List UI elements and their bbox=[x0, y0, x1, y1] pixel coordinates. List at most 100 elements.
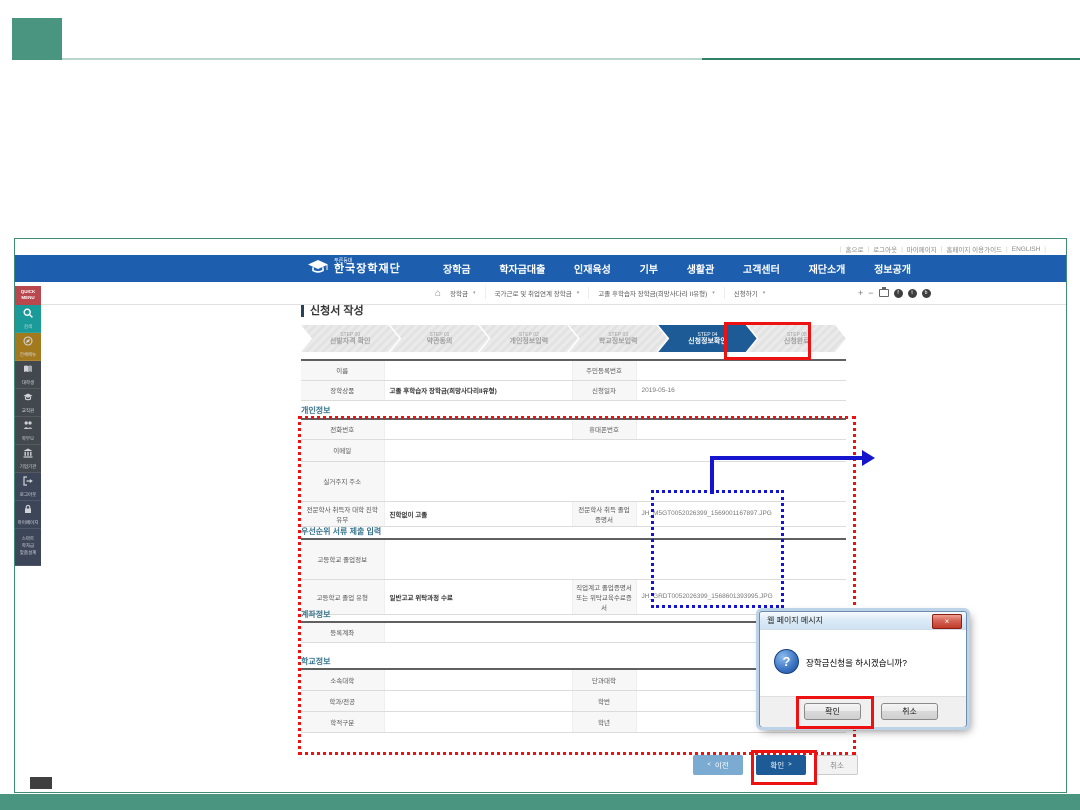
quickmenu-item-label: 대학생 bbox=[22, 380, 34, 387]
summary-row: 이름주민등록번호 bbox=[301, 360, 846, 380]
field-value bbox=[384, 461, 846, 501]
quick-menu: QUICK MENU 검색전체메뉴대학생교직원학부모기업기관로그아웃마이페이지스… bbox=[15, 286, 41, 566]
slide: |홈으로|로그아웃|마이페이지|홈페이지 이용가이드|ENGLISH| 푸른등대… bbox=[0, 0, 1080, 810]
quickmenu-item-7[interactable]: 마이페이지 bbox=[15, 501, 41, 529]
utility-link-4[interactable]: ENGLISH bbox=[1012, 246, 1041, 253]
quickmenu-item-label: 검색 bbox=[24, 324, 32, 331]
breadcrumb-label: 신청하기 bbox=[734, 288, 758, 298]
prev-button[interactable]: < 이전 bbox=[693, 755, 743, 775]
nav-item-0[interactable]: 장학금 bbox=[443, 261, 471, 276]
dialog-footer: 확인 취소 bbox=[760, 696, 966, 727]
zoom-in-icon[interactable]: + bbox=[858, 289, 863, 298]
utility-link-0[interactable]: 홈으로 bbox=[846, 244, 864, 254]
nav-item-7[interactable]: 정보공개 bbox=[874, 261, 911, 276]
quick-menu-title: QUICK MENU bbox=[15, 286, 41, 305]
quickmenu-item-0[interactable]: 검색 bbox=[15, 305, 41, 333]
nav-item-5[interactable]: 고객센터 bbox=[743, 261, 780, 276]
twitter-icon[interactable]: t bbox=[908, 289, 917, 298]
cancel-button[interactable]: 취소 bbox=[816, 755, 858, 775]
blog-icon[interactable]: b bbox=[922, 289, 931, 298]
priority-row: 고등학교 졸업정보 bbox=[301, 539, 846, 579]
quickmenu-item-6[interactable]: 로그아웃 bbox=[15, 473, 41, 501]
field-label: 학년 bbox=[572, 711, 636, 732]
separator: | bbox=[867, 246, 869, 253]
annotation-arrow-vertical bbox=[710, 456, 714, 494]
facebook-icon[interactable]: f bbox=[894, 289, 903, 298]
dialog-ok-button[interactable]: 확인 bbox=[804, 703, 861, 720]
nav-item-4[interactable]: 생활관 bbox=[687, 261, 715, 276]
field-label: 전문학사 취득 졸업증명서 bbox=[572, 501, 636, 526]
step-5[interactable]: STEP 05신청완료 bbox=[748, 325, 846, 352]
quickmenu-item-label: 마이페이지 bbox=[18, 520, 39, 527]
field-label: 실거주지 주소 bbox=[301, 461, 384, 501]
slide-bottom-bar bbox=[0, 794, 1080, 810]
field-label: 직업계고 졸업증명서 또는 위탁교육수료증서 bbox=[572, 579, 636, 614]
nav-item-2[interactable]: 인재육성 bbox=[574, 261, 611, 276]
lock-icon bbox=[23, 501, 33, 519]
bank-icon bbox=[23, 445, 33, 463]
slide-divider-dark bbox=[702, 58, 1080, 60]
step-3[interactable]: STEP 03학교정보입력 bbox=[569, 325, 667, 352]
compass-icon bbox=[23, 333, 33, 351]
field-label: 이메일 bbox=[301, 439, 384, 461]
nav-item-3[interactable]: 기부 bbox=[640, 261, 658, 276]
breadcrumb-dropdown-0[interactable]: 장학금▾ bbox=[441, 287, 484, 299]
quickmenu-item-1[interactable]: 전체메뉴 bbox=[15, 333, 41, 361]
field-label: 소속대학 bbox=[301, 669, 384, 690]
field-value: 진학없이 고졸 bbox=[384, 501, 572, 526]
zoom-out-icon[interactable]: − bbox=[868, 289, 873, 298]
field-label: 신청일자 bbox=[572, 380, 636, 400]
dialog-close-icon[interactable]: × bbox=[932, 614, 962, 629]
separator: | bbox=[840, 246, 842, 253]
field-label: 전문학사 취득자 대학 진학 유무 bbox=[301, 501, 384, 526]
breadcrumb-dropdown-2[interactable]: 고졸 후학습자 장학금(희망사다리 II유형)▾ bbox=[588, 287, 724, 299]
breadcrumb: 장학금▾ 국가근로 및 취업연계 장학금 ▾ 고졸 후학습자 장학금(희망사다리 II… bbox=[441, 287, 774, 299]
annotation-arrow-horizontal bbox=[710, 456, 862, 460]
quickmenu-item-label: 로그아웃 bbox=[20, 492, 37, 499]
quickmenu-item-5[interactable]: 기업기관 bbox=[15, 445, 41, 473]
nav-item-1[interactable]: 학자금대출 bbox=[499, 261, 545, 276]
quickmenu-item-3[interactable]: 교직원 bbox=[15, 389, 41, 417]
step-label: 개인정보입력 bbox=[510, 338, 549, 346]
section-title-account: 계좌정보 bbox=[301, 609, 330, 620]
personal-row: 실거주지 주소 bbox=[301, 461, 846, 501]
field-label: 단과대학 bbox=[572, 669, 636, 690]
nav-item-6[interactable]: 재단소개 bbox=[809, 261, 846, 276]
quickmenu-item-8[interactable]: 스마트 학자금 맞춤설계 bbox=[15, 529, 41, 566]
quickmenu-item-label: 교직원 bbox=[22, 408, 34, 415]
breadcrumb-label: 고졸 후학습자 장학금(희망사다리 II유형) bbox=[598, 288, 707, 298]
kosaf-logo[interactable]: 푸른등대 한국장학재단 bbox=[307, 259, 401, 275]
field-value: 2019-05-16 bbox=[636, 380, 846, 400]
field-label: 학적구분 bbox=[301, 711, 384, 732]
confirm-button[interactable]: 확인 > bbox=[756, 755, 806, 775]
utility-link-1[interactable]: 로그아웃 bbox=[873, 244, 897, 254]
field-value: JH_GRDT0052026399_1568601393995.JPG bbox=[636, 579, 846, 614]
page-title: 신청서 작성 bbox=[301, 305, 364, 317]
utility-link-2[interactable]: 마이페이지 bbox=[907, 244, 937, 254]
step-2[interactable]: STEP 02개인정보입력 bbox=[480, 325, 578, 352]
utility-link-3[interactable]: 홈페이지 이용가이드 bbox=[946, 244, 1002, 254]
chevron-down-icon: ▾ bbox=[577, 290, 580, 296]
priority-docs-table: 고등학교 졸업정보고등학교 졸업 유형일반고교 위탁과정 수료직업계고 졸업증명… bbox=[301, 538, 846, 615]
field-label: 학과/전공 bbox=[301, 690, 384, 711]
page-tools: +− ftb bbox=[858, 282, 931, 304]
quickmenu-item-2[interactable]: 대학생 bbox=[15, 361, 41, 389]
breadcrumb-label: 국가근로 및 취업연계 장학금 bbox=[495, 288, 572, 298]
slide-accent-block bbox=[12, 18, 62, 60]
print-icon[interactable] bbox=[879, 289, 889, 297]
separator: | bbox=[941, 246, 943, 253]
step-1[interactable]: STEP 01약관동의 bbox=[390, 325, 488, 352]
personal-row: 전화번호휴대폰번호 bbox=[301, 419, 846, 439]
field-value bbox=[384, 690, 572, 711]
people-icon bbox=[23, 417, 33, 435]
scroll-top-button[interactable] bbox=[30, 777, 52, 789]
breadcrumb-dropdown-1[interactable]: 국가근로 및 취업연계 장학금 ▾ bbox=[485, 287, 589, 299]
breadcrumb-dropdown-3[interactable]: 신청하기▾ bbox=[724, 287, 774, 299]
quickmenu-item-label: 기업기관 bbox=[20, 464, 37, 471]
step-0[interactable]: STEP 00선발자격 확인 bbox=[301, 325, 399, 352]
dialog-cancel-button[interactable]: 취소 bbox=[881, 703, 938, 720]
step-4-active[interactable]: STEP 04신청정보확인 bbox=[658, 325, 756, 352]
quickmenu-item-4[interactable]: 학부모 bbox=[15, 417, 41, 445]
separator: | bbox=[1044, 246, 1046, 253]
main-navbar: 푸른등대 한국장학재단 장학금 학자금대출 인재육성 기부 생활관 고객센터 재단소개 정보공… bbox=[15, 255, 1066, 282]
